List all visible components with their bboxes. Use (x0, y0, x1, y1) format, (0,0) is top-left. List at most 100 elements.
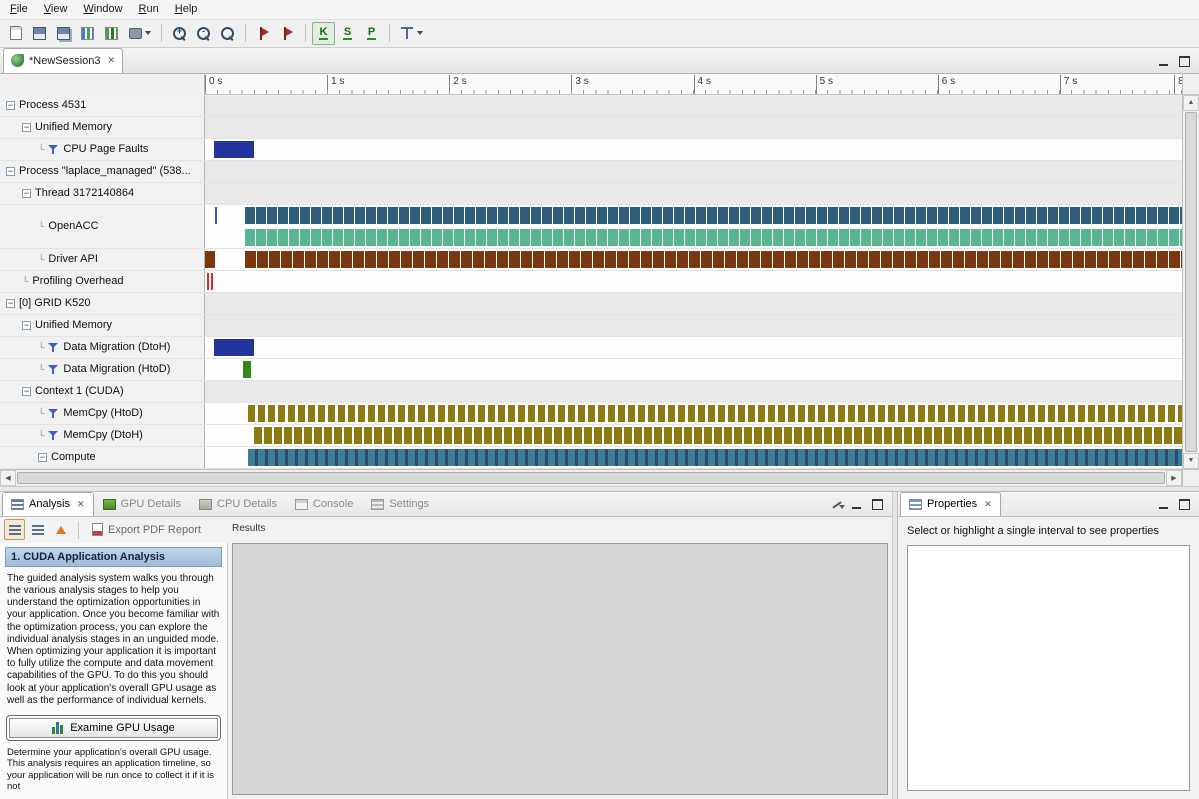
collect-metrics-button[interactable] (100, 22, 123, 45)
close-icon[interactable]: ✕ (106, 55, 116, 66)
timeline-row-label[interactable]: −Unified Memory (0, 117, 205, 138)
collapse-icon[interactable]: − (38, 453, 47, 462)
analysis-menu-button[interactable] (396, 22, 427, 45)
minimize-icon[interactable] (1157, 55, 1171, 67)
tab-analysis[interactable]: Analysis ✕ (2, 492, 94, 516)
kernel-mode-toggle[interactable]: K (312, 22, 335, 45)
tab-settings[interactable]: Settings (362, 492, 438, 516)
menu-run[interactable]: Run (131, 1, 167, 17)
timeline-interval[interactable] (215, 207, 217, 224)
stream-mode-toggle[interactable]: S (336, 22, 359, 45)
tab-properties[interactable]: Properties ✕ (900, 492, 1001, 516)
zoom-fit-button[interactable] (216, 22, 239, 45)
export-pdf-button[interactable]: Export PDF Report (86, 521, 207, 538)
timeline-track[interactable] (205, 425, 1182, 446)
timeline-track[interactable] (205, 183, 1182, 204)
session-tab[interactable]: *NewSession3 ✕ (3, 48, 123, 73)
timeline-row-label[interactable]: −Process 4531 (0, 95, 205, 116)
collapse-icon[interactable]: − (22, 387, 31, 396)
filter-icon[interactable] (48, 342, 59, 353)
timeline-interval[interactable] (245, 229, 1182, 246)
timeline-track[interactable] (205, 381, 1182, 402)
vertical-scroll-thumb[interactable] (1185, 112, 1197, 452)
collapse-icon[interactable]: − (6, 299, 15, 308)
timeline-track[interactable] (205, 205, 1182, 248)
collapse-icon[interactable]: − (6, 167, 15, 176)
timeline-track[interactable] (205, 447, 1182, 468)
timeline-interval[interactable] (248, 449, 1182, 466)
timeline-row-label[interactable]: └Profiling Overhead (0, 271, 205, 292)
timeline-interval[interactable] (245, 251, 1182, 268)
timeline-track[interactable] (205, 403, 1182, 424)
examine-gpu-usage-button[interactable]: Examine GPU Usage (9, 718, 218, 738)
timeline-interval[interactable] (254, 427, 1182, 444)
menu-file[interactable]: File (2, 1, 36, 17)
timeline-row-label[interactable]: −Context 1 (CUDA) (0, 381, 205, 402)
prev-marker-button[interactable] (252, 22, 275, 45)
unguided-analysis-toggle[interactable] (27, 519, 48, 540)
zoom-out-button[interactable]: - (192, 22, 215, 45)
timeline-row-label[interactable]: −Compute (0, 447, 205, 468)
tab-console[interactable]: Console (286, 492, 362, 516)
guided-analysis-toggle[interactable] (4, 519, 25, 540)
timeline-track[interactable] (205, 139, 1182, 160)
maximize-icon[interactable] (870, 498, 884, 510)
snapshot-menu-button[interactable] (124, 22, 155, 45)
save-all-button[interactable] (52, 22, 75, 45)
back-button[interactable] (50, 519, 71, 540)
process-mode-toggle[interactable]: P (360, 22, 383, 45)
next-marker-button[interactable] (276, 22, 299, 45)
scroll-left-icon[interactable]: ◀ (0, 470, 16, 486)
maximize-icon[interactable] (1177, 498, 1191, 510)
timeline-row-label[interactable]: └OpenACC (0, 205, 205, 248)
minimize-icon[interactable] (1157, 498, 1171, 510)
timeline-track[interactable] (205, 161, 1182, 182)
timeline-interval[interactable] (248, 405, 1182, 422)
timeline-track[interactable] (205, 95, 1182, 116)
timeline-track[interactable] (205, 271, 1182, 292)
save-button[interactable] (28, 22, 51, 45)
scroll-up-icon[interactable]: ▲ (1183, 95, 1199, 111)
collapse-icon[interactable]: − (22, 321, 31, 330)
collapse-icon[interactable]: − (22, 189, 31, 198)
filter-icon[interactable] (48, 430, 59, 441)
timeline-track[interactable] (205, 293, 1182, 314)
filter-icon[interactable] (48, 364, 59, 375)
timeline-row-label[interactable]: −[0] GRID K520 (0, 293, 205, 314)
timeline-row-label[interactable]: −Thread 3172140864 (0, 183, 205, 204)
menu-view[interactable]: View (36, 1, 76, 17)
timeline-row-label[interactable]: └MemCpy (HtoD) (0, 403, 205, 424)
timeline-track[interactable] (205, 359, 1182, 380)
filter-icon[interactable] (48, 144, 59, 155)
timeline-row-label[interactable]: └CPU Page Faults (0, 139, 205, 160)
timeline-row-label[interactable]: └Data Migration (HtoD) (0, 359, 205, 380)
view-menu-icon[interactable] (830, 498, 844, 510)
horizontal-scroll-thumb[interactable] (17, 472, 1165, 484)
timeline-track[interactable] (205, 249, 1182, 270)
vertical-scrollbar[interactable]: ▲ ▼ (1182, 74, 1199, 469)
timeline-interval[interactable] (214, 141, 254, 158)
profile-application-button[interactable] (76, 22, 99, 45)
close-icon[interactable]: ✕ (982, 499, 992, 510)
timeline-track[interactable] (205, 315, 1182, 336)
timeline-interval[interactable] (205, 251, 215, 268)
timeline-interval[interactable] (211, 273, 213, 290)
new-session-button[interactable] (4, 22, 27, 45)
timeline-row-label[interactable]: └Data Migration (DtoH) (0, 337, 205, 358)
timeline-ruler[interactable]: 0 s1 s2 s3 s4 s5 s6 s7 s8 (205, 74, 1182, 95)
timeline-interval[interactable] (245, 207, 1182, 224)
timeline-interval[interactable] (207, 273, 209, 290)
menu-help[interactable]: Help (167, 1, 206, 17)
tab-gpu-details[interactable]: GPU Details (94, 492, 191, 516)
scroll-down-icon[interactable]: ▼ (1183, 453, 1199, 469)
timeline-row-label[interactable]: └Driver API (0, 249, 205, 270)
filter-icon[interactable] (48, 408, 59, 419)
timeline-track[interactable] (205, 117, 1182, 138)
timeline-interval[interactable] (214, 339, 254, 356)
collapse-icon[interactable]: − (22, 123, 31, 132)
timeline-row-label[interactable]: −Unified Memory (0, 315, 205, 336)
zoom-in-button[interactable]: + (168, 22, 191, 45)
horizontal-scrollbar[interactable]: ◀ ▶ (0, 470, 1182, 486)
scroll-right-icon[interactable]: ▶ (1166, 470, 1182, 486)
collapse-icon[interactable]: − (6, 101, 15, 110)
